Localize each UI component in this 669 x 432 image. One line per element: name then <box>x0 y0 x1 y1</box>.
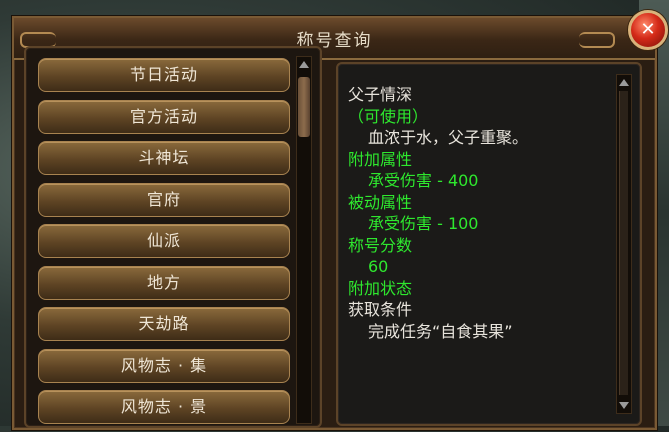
title-name: 父子情深 <box>348 85 413 104</box>
title-score-label: 称号分数 <box>348 235 413 255</box>
title-score-value: 60 <box>368 257 389 276</box>
category-government-button[interactable]: 官府 <box>38 182 290 217</box>
category-festival-button[interactable]: 节日活动 <box>38 58 290 92</box>
additional-state-label: 附加状态 <box>348 278 413 298</box>
detail-scroll-up-arrow-icon[interactable] <box>619 79 629 86</box>
passive-attributes-value: 承受伤害 - 100 <box>368 214 479 233</box>
close-icon: ✕ <box>640 19 656 40</box>
title-detail-text: 父子情深 （可使用） 血浓于水，父子重聚。 附加属性 承受伤害 - 400 被动… <box>348 84 610 342</box>
scroll-up-arrow-icon[interactable] <box>299 61 309 68</box>
title-description: 血浓于水，父子重聚。 <box>368 128 529 147</box>
category-arena-button[interactable]: 斗神坛 <box>38 141 290 175</box>
category-panel: 节日活动 官方活动 斗神坛 官府 仙派 地方 天劫路 风物志 · 集 风物志 ·… <box>24 46 322 428</box>
detail-scrollbar[interactable] <box>616 74 632 414</box>
title-status: （可使用） <box>348 106 429 126</box>
title-detail-panel: 父子情深 （可使用） 血浓于水，父子重聚。 附加属性 承受伤害 - 400 被动… <box>336 62 642 426</box>
category-chronicle-scenery-button[interactable]: 风物志 · 景 <box>38 390 290 424</box>
category-tribulation-button[interactable]: 天劫路 <box>38 307 290 341</box>
passive-attributes-label: 被动属性 <box>348 192 413 212</box>
obtain-condition-value: 完成任务“自食其果” <box>368 321 513 341</box>
obtain-condition-label: 获取条件 <box>348 300 413 319</box>
bonus-attributes-value: 承受伤害 - 400 <box>368 171 479 190</box>
category-official-event-button[interactable]: 官方活动 <box>38 99 290 134</box>
close-button[interactable]: ✕ <box>628 10 668 50</box>
detail-scroll-down-arrow-icon[interactable] <box>619 402 629 409</box>
category-list: 节日活动 官方活动 斗神坛 官府 仙派 地方 天劫路 风物志 · 集 风物志 ·… <box>38 58 290 432</box>
detail-scroll-track[interactable] <box>619 91 628 395</box>
category-chronicle-collection-button[interactable]: 风物志 · 集 <box>38 348 290 383</box>
category-sect-button[interactable]: 仙派 <box>38 224 290 258</box>
category-scrollbar[interactable] <box>296 56 312 424</box>
bonus-attributes-label: 附加属性 <box>348 149 413 169</box>
category-scroll-thumb[interactable] <box>298 77 310 137</box>
category-region-button[interactable]: 地方 <box>38 265 290 300</box>
title-ornament-right <box>579 32 615 48</box>
